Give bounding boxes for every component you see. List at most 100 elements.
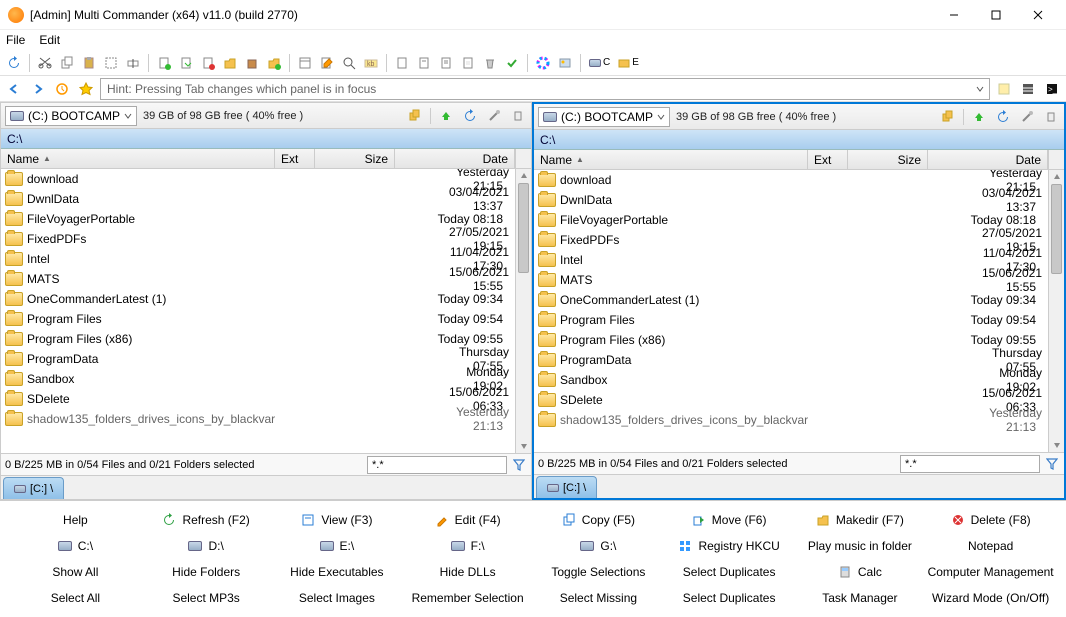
- list-item[interactable]: Program FilesToday 09:54: [534, 310, 1048, 330]
- cmd-wizard-mode-on-off[interactable]: Wizard Mode (On/Off): [925, 585, 1056, 611]
- kb-icon[interactable]: kb: [361, 53, 381, 73]
- file-list[interactable]: downloadYesterday 21:15DwnlData03/04/202…: [1, 169, 531, 453]
- drive-e-icon[interactable]: E: [615, 53, 642, 73]
- panel-tab[interactable]: [C:] \: [3, 477, 64, 499]
- refresh-panel-icon[interactable]: [994, 108, 1012, 126]
- copy-path-icon[interactable]: [406, 107, 424, 125]
- close-button[interactable]: [1018, 2, 1058, 28]
- new-folder-icon[interactable]: [264, 53, 284, 73]
- wand-icon[interactable]: [485, 107, 503, 125]
- refresh-icon[interactable]: [4, 53, 24, 73]
- filter-input[interactable]: [367, 456, 507, 474]
- cmd-e[interactable]: E:\: [272, 533, 403, 559]
- cmd-delete-f8[interactable]: Delete (F8): [925, 507, 1056, 533]
- cmd-select-duplicates[interactable]: Select Duplicates: [664, 585, 795, 611]
- rename-icon[interactable]: [123, 53, 143, 73]
- cmd-g[interactable]: G:\: [533, 533, 664, 559]
- delete-file-icon[interactable]: [198, 53, 218, 73]
- lock-panel-icon[interactable]: [1042, 108, 1060, 126]
- doc4-icon[interactable]: [458, 53, 478, 73]
- notes-icon[interactable]: [994, 79, 1014, 99]
- cmd-select-all[interactable]: Select All: [10, 585, 141, 611]
- paste-icon[interactable]: [79, 53, 99, 73]
- forward-button[interactable]: [28, 79, 48, 99]
- go-icon[interactable]: [176, 53, 196, 73]
- col-ext[interactable]: Ext: [808, 150, 848, 169]
- list-item[interactable]: shadow135_folders_drives_icons_by_blackv…: [1, 409, 515, 429]
- drive-selector[interactable]: (C:) BOOTCAMP: [538, 107, 670, 127]
- wand-icon[interactable]: [1018, 108, 1036, 126]
- list-item[interactable]: OneCommanderLatest (1)Today 09:34: [534, 290, 1048, 310]
- view-mode-icon[interactable]: [1018, 79, 1038, 99]
- cmd-help[interactable]: Help: [10, 507, 141, 533]
- col-name[interactable]: Name▲: [534, 150, 808, 169]
- check-icon[interactable]: [502, 53, 522, 73]
- cmd-hide-folders[interactable]: Hide Folders: [141, 559, 272, 585]
- cmd-select-missing[interactable]: Select Missing: [533, 585, 664, 611]
- copy-icon[interactable]: [57, 53, 77, 73]
- cmd-copy-f5[interactable]: Copy (F5): [533, 507, 664, 533]
- drive-c-icon[interactable]: C: [586, 53, 613, 73]
- history-button[interactable]: [52, 79, 72, 99]
- menu-file[interactable]: File: [6, 33, 25, 47]
- cmd-hide-executables[interactable]: Hide Executables: [272, 559, 403, 585]
- view-icon[interactable]: [295, 53, 315, 73]
- image-icon[interactable]: [555, 53, 575, 73]
- cmd-registry-hkcu[interactable]: Registry HKCU: [664, 533, 795, 559]
- cut-icon[interactable]: [35, 53, 55, 73]
- list-item[interactable]: shadow135_folders_drives_icons_by_blackv…: [534, 410, 1048, 430]
- terminal-icon[interactable]: >_: [1042, 79, 1062, 99]
- list-item[interactable]: MATS15/06/2021 15:55: [1, 269, 515, 289]
- new-file-icon[interactable]: [154, 53, 174, 73]
- col-date[interactable]: Date: [395, 149, 515, 168]
- lock-panel-icon[interactable]: [509, 107, 527, 125]
- refresh-panel-icon[interactable]: [461, 107, 479, 125]
- address-bar[interactable]: Hint: Pressing Tab changes which panel i…: [100, 78, 990, 100]
- cmd-toggle-selections[interactable]: Toggle Selections: [533, 559, 664, 585]
- list-item[interactable]: DwnlData03/04/2021 13:37: [1, 189, 515, 209]
- list-item[interactable]: OneCommanderLatest (1)Today 09:34: [1, 289, 515, 309]
- cmd-notepad[interactable]: Notepad: [925, 533, 1056, 559]
- path-bar[interactable]: C:\: [1, 129, 531, 149]
- cmd-edit-f4[interactable]: Edit (F4): [402, 507, 533, 533]
- cmd-f[interactable]: F:\: [402, 533, 533, 559]
- path-bar[interactable]: C:\: [534, 130, 1064, 150]
- doc3-icon[interactable]: [436, 53, 456, 73]
- search-icon[interactable]: [339, 53, 359, 73]
- cmd-select-images[interactable]: Select Images: [272, 585, 403, 611]
- funnel-icon[interactable]: [511, 457, 527, 473]
- copy-path-icon[interactable]: [939, 108, 957, 126]
- cmd-computer-management[interactable]: Computer Management: [925, 559, 1056, 585]
- cmd-select-duplicates[interactable]: Select Duplicates: [664, 559, 795, 585]
- col-ext[interactable]: Ext: [275, 149, 315, 168]
- favorite-button[interactable]: [76, 79, 96, 99]
- up-icon[interactable]: [970, 108, 988, 126]
- cmd-select-mp3s[interactable]: Select MP3s: [141, 585, 272, 611]
- package-icon[interactable]: [242, 53, 262, 73]
- cmd-c[interactable]: C:\: [10, 533, 141, 559]
- col-size[interactable]: Size: [315, 149, 395, 168]
- minimize-button[interactable]: [934, 2, 974, 28]
- up-icon[interactable]: [437, 107, 455, 125]
- trash-icon[interactable]: [480, 53, 500, 73]
- scrollbar[interactable]: [515, 169, 531, 453]
- cmd-play-music-in-folder[interactable]: Play music in folder: [795, 533, 926, 559]
- panel-tab[interactable]: [C:] \: [536, 476, 597, 498]
- open-icon[interactable]: [220, 53, 240, 73]
- col-name[interactable]: Name▲: [1, 149, 275, 168]
- filter-input[interactable]: [900, 455, 1040, 473]
- list-item[interactable]: DwnlData03/04/2021 13:37: [534, 190, 1048, 210]
- cmd-show-all[interactable]: Show All: [10, 559, 141, 585]
- cmd-task-manager[interactable]: Task Manager: [795, 585, 926, 611]
- list-item[interactable]: MATS15/06/2021 15:55: [534, 270, 1048, 290]
- maximize-button[interactable]: [976, 2, 1016, 28]
- scrollbar[interactable]: [1048, 170, 1064, 452]
- list-item[interactable]: Program FilesToday 09:54: [1, 309, 515, 329]
- cmd-refresh-f2[interactable]: Refresh (F2): [141, 507, 272, 533]
- drive-selector[interactable]: (C:) BOOTCAMP: [5, 106, 137, 126]
- cmd-makedir-f7[interactable]: Makedir (F7): [795, 507, 926, 533]
- doc1-icon[interactable]: [392, 53, 412, 73]
- cmd-d[interactable]: D:\: [141, 533, 272, 559]
- edit-icon[interactable]: [317, 53, 337, 73]
- col-size[interactable]: Size: [848, 150, 928, 169]
